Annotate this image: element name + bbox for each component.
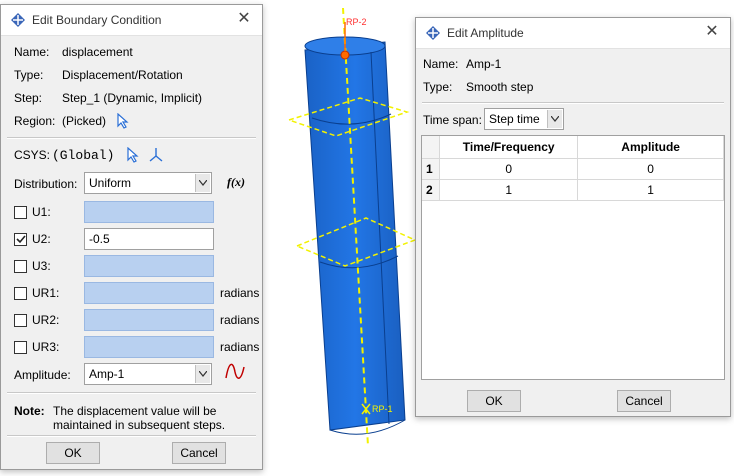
separator bbox=[7, 392, 256, 394]
edit-amplitude-dialog: Edit Amplitude ✕ Name: Amp-1 Type: Smoot… bbox=[415, 17, 731, 417]
ur3-input[interactable] bbox=[84, 336, 214, 358]
ur1-label: UR1: bbox=[32, 286, 60, 300]
chevron-down-icon bbox=[195, 174, 210, 192]
close-icon[interactable]: ✕ bbox=[236, 11, 252, 27]
edit-boundary-condition-dialog: Edit Boundary Condition ✕ Name: displace… bbox=[0, 4, 263, 470]
column-header-time[interactable]: Time/Frequency bbox=[439, 136, 579, 159]
table-cell[interactable]: 1 bbox=[577, 179, 724, 201]
name-label: Name: bbox=[14, 45, 50, 59]
timespan-label: Time span: bbox=[423, 113, 482, 127]
rp2-label: RP-2 bbox=[346, 17, 367, 27]
fx-button[interactable]: f(x) bbox=[227, 175, 245, 190]
row-index: 2 bbox=[422, 179, 441, 201]
csys-triad-icon[interactable] bbox=[148, 147, 164, 163]
amplitude-select[interactable]: Amp-1 bbox=[84, 363, 212, 385]
ur2-label: UR2: bbox=[32, 313, 60, 327]
ur2-unit: radians bbox=[220, 313, 260, 327]
column-header-amplitude[interactable]: Amplitude bbox=[577, 136, 724, 159]
bc-step-row: Step: Step_1 (Dynamic, Implicit) bbox=[14, 88, 202, 108]
table-row: 1 0 0 bbox=[422, 158, 724, 180]
abaqus-app-icon bbox=[426, 26, 440, 40]
region-value: (Picked) bbox=[62, 114, 107, 128]
select-region-arrow-icon[interactable] bbox=[116, 113, 130, 129]
ok-button[interactable]: OK bbox=[467, 390, 521, 412]
bc-region-row: Region: (Picked) bbox=[14, 111, 130, 131]
distribution-value: Uniform bbox=[89, 176, 132, 190]
distribution-row: Distribution: bbox=[14, 174, 77, 194]
chevron-down-icon bbox=[195, 365, 210, 383]
amplitude-label: Amplitude: bbox=[14, 368, 71, 382]
name-value: displacement bbox=[62, 45, 133, 59]
separator bbox=[422, 102, 724, 104]
timespan-select[interactable]: Step time bbox=[484, 108, 564, 130]
ok-button[interactable]: OK bbox=[46, 442, 100, 464]
cancel-button[interactable]: Cancel bbox=[617, 390, 671, 412]
amplitude-table[interactable]: Time/Frequency Amplitude 1 0 0 2 1 1 bbox=[421, 135, 725, 380]
chevron-down-icon bbox=[547, 110, 562, 128]
ur1-unit: radians bbox=[220, 286, 260, 300]
row-index: 1 bbox=[422, 158, 441, 180]
separator bbox=[7, 137, 256, 139]
u3-label: U3: bbox=[32, 259, 51, 273]
u1-checkbox[interactable] bbox=[14, 206, 27, 219]
ur3-label: UR3: bbox=[32, 340, 60, 354]
abaqus-app-icon bbox=[11, 13, 25, 27]
rp2-marker bbox=[340, 50, 350, 60]
note-label: Note: bbox=[14, 404, 45, 418]
select-csys-arrow-icon[interactable] bbox=[126, 147, 140, 163]
table-header-row: Time/Frequency Amplitude bbox=[422, 136, 724, 159]
ur3-checkbox[interactable] bbox=[14, 341, 27, 354]
type-value: Displacement/Rotation bbox=[62, 68, 183, 82]
bc-dialog-title: Edit Boundary Condition bbox=[32, 13, 162, 27]
u1-label: U1: bbox=[32, 205, 51, 219]
region-label: Region: bbox=[14, 114, 56, 128]
u2-checkbox[interactable] bbox=[14, 233, 27, 246]
ur2-input[interactable] bbox=[84, 309, 214, 331]
step-label: Step: bbox=[14, 91, 43, 105]
amp-name-row: Name: Amp-1 bbox=[423, 54, 501, 74]
amp-type-row: Type: Smooth step bbox=[423, 77, 533, 97]
u2-input[interactable]: -0.5 bbox=[84, 228, 214, 250]
u3-checkbox[interactable] bbox=[14, 260, 27, 273]
distribution-select[interactable]: Uniform bbox=[84, 172, 212, 194]
table-cell[interactable]: 0 bbox=[577, 158, 724, 180]
bc-titlebar: Edit Boundary Condition ✕ bbox=[1, 5, 262, 36]
amp-name-label: Name: bbox=[423, 57, 459, 71]
distribution-label: Distribution: bbox=[14, 177, 78, 191]
type-label: Type: bbox=[14, 68, 44, 82]
ur3-unit: radians bbox=[220, 340, 260, 354]
ur1-checkbox[interactable] bbox=[14, 287, 27, 300]
ur2-checkbox[interactable] bbox=[14, 314, 27, 327]
table-row: 2 1 1 bbox=[422, 179, 724, 201]
u2-label: U2: bbox=[32, 232, 51, 246]
note-text-line2: maintained in subsequent steps. bbox=[53, 418, 226, 432]
cancel-button[interactable]: Cancel bbox=[172, 442, 226, 464]
ur1-input[interactable] bbox=[84, 282, 214, 304]
table-cell[interactable]: 0 bbox=[439, 158, 579, 180]
separator bbox=[7, 435, 256, 437]
amp-dialog-title: Edit Amplitude bbox=[447, 26, 524, 40]
amp-type-label: Type: bbox=[423, 80, 453, 94]
csys-row: CSYS: (Global) bbox=[14, 145, 164, 165]
amp-titlebar: Edit Amplitude ✕ bbox=[416, 18, 730, 49]
timespan-value: Step time bbox=[489, 112, 540, 126]
close-icon[interactable]: ✕ bbox=[704, 24, 720, 40]
note-text-line1: The displacement value will be bbox=[53, 404, 217, 418]
step-value: Step_1 (Dynamic, Implicit) bbox=[62, 91, 203, 105]
bc-type-row: Type: Displacement/Rotation bbox=[14, 65, 183, 85]
checkmark-icon bbox=[15, 235, 26, 244]
amp-name-value: Amp-1 bbox=[466, 57, 502, 71]
bc-name-row: Name: displacement bbox=[14, 42, 133, 62]
create-amplitude-icon[interactable] bbox=[224, 363, 246, 381]
u1-input[interactable] bbox=[84, 201, 214, 223]
rp1-label: RP-1 bbox=[372, 404, 393, 414]
table-cell[interactable]: 1 bbox=[439, 179, 579, 201]
amplitude-value: Amp-1 bbox=[89, 367, 125, 381]
amp-type-value: Smooth step bbox=[466, 80, 534, 94]
u3-input[interactable] bbox=[84, 255, 214, 277]
csys-value: (Global) bbox=[52, 147, 115, 163]
csys-label: CSYS: bbox=[14, 148, 51, 162]
row-header-corner bbox=[422, 136, 441, 159]
